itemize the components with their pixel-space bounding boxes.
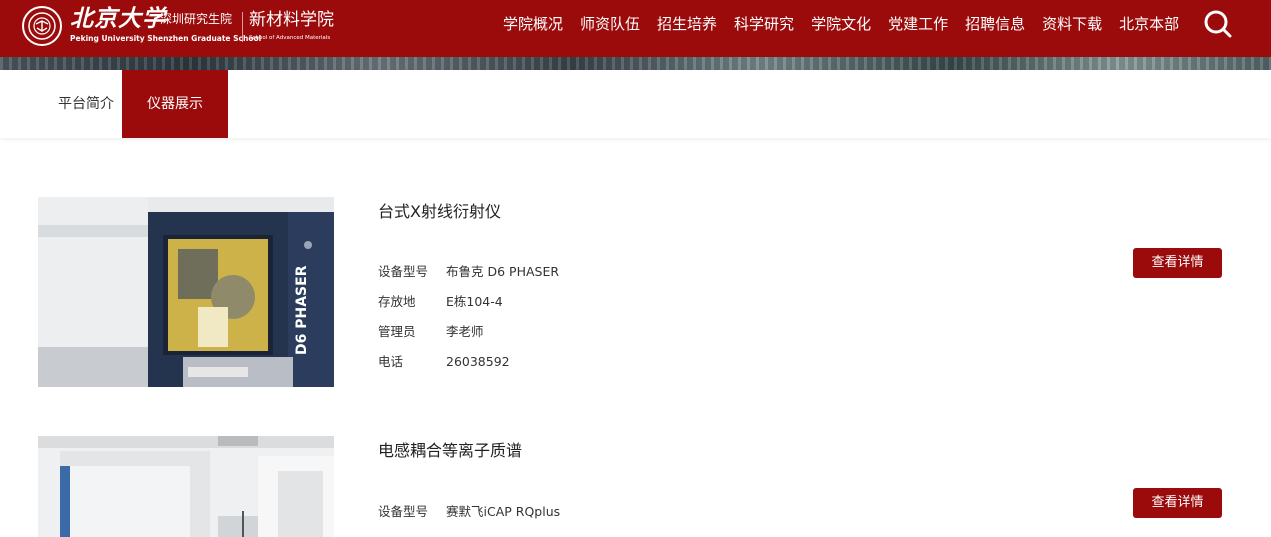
pku-seal-logo[interactable] [22, 6, 62, 46]
instrument-name[interactable]: 电感耦合等离子质谱 [378, 440, 522, 462]
instrument-photo[interactable]: D6 PHASER [38, 197, 334, 387]
xrd-instrument-image: D6 PHASER [38, 197, 334, 387]
nav-item-beijing[interactable]: 北京本部 [1119, 14, 1179, 34]
spec-value: 布鲁克 D6 PHASER [446, 264, 560, 279]
nav-item-party[interactable]: 党建工作 [888, 14, 948, 34]
nav-item-research[interactable]: 科学研究 [734, 14, 794, 34]
search-icon [1204, 10, 1232, 38]
nav-item-downloads[interactable]: 资料下载 [1042, 14, 1102, 34]
instrument-label-text: D6 PHASER [294, 265, 310, 355]
brand-divider [242, 12, 243, 42]
brand-subtitle: 深圳研究生院 [160, 12, 233, 26]
spec-value: 赛默飞iCAP RQplus [446, 504, 561, 519]
spec-model: 设备型号 赛默飞iCAP RQplus [378, 503, 560, 521]
tab-instrument-display[interactable]: 仪器展示 [122, 70, 228, 138]
spec-location: 存放地 E栋104-4 [378, 293, 503, 311]
site-header: 北京大学 深圳研究生院 Peking University Shenzhen G… [0, 0, 1271, 57]
banner-image-strip [0, 57, 1271, 70]
spec-label: 存放地 [378, 294, 416, 309]
spec-label: 设备型号 [378, 264, 429, 279]
spec-value: E栋104-4 [446, 294, 503, 309]
instrument-photo[interactable] [38, 436, 334, 537]
main-nav: 学院概况 师资队伍 招生培养 科学研究 学院文化 党建工作 招聘信息 资料下载 … [503, 14, 1196, 34]
instrument-card: D6 PHASER 台式X射线衍射仪 设备型号 布鲁克 D6 PHASER 存放地… [38, 197, 1238, 387]
spec-phone: 电话 26038592 [378, 353, 510, 371]
spec-model: 设备型号 布鲁克 D6 PHASER [378, 263, 559, 281]
spec-admin: 管理员 李老师 [378, 323, 484, 341]
instrument-name[interactable]: 台式X射线衍射仪 [378, 201, 501, 223]
spec-value: 26038592 [446, 354, 510, 369]
spec-value: 李老师 [446, 324, 484, 339]
school-name-cn[interactable]: 新材料学院 [249, 9, 334, 31]
brand-name-en: Peking University Shenzhen Graduate Scho… [70, 34, 262, 43]
tab-platform-intro[interactable]: 平台简介 [38, 70, 134, 138]
search-button[interactable] [1202, 8, 1234, 40]
brand-name-cn[interactable]: 北京大学 [70, 5, 166, 33]
seal-emblem-icon [28, 12, 56, 40]
spec-label: 电话 [378, 354, 404, 369]
nav-item-about[interactable]: 学院概况 [503, 14, 563, 34]
nav-item-faculty[interactable]: 师资队伍 [580, 14, 640, 34]
view-details-button[interactable]: 查看详情 [1133, 248, 1222, 278]
school-name-en: School of Advanced Materials [249, 35, 331, 41]
nav-item-jobs[interactable]: 招聘信息 [965, 14, 1025, 34]
icpms-instrument-image [38, 436, 334, 537]
spec-label: 管理员 [378, 324, 416, 339]
instrument-card: 电感耦合等离子质谱 设备型号 赛默飞iCAP RQplus 查看详情 [38, 436, 1238, 537]
nav-item-culture[interactable]: 学院文化 [811, 14, 871, 34]
view-details-button[interactable]: 查看详情 [1133, 488, 1222, 518]
nav-item-admissions[interactable]: 招生培养 [657, 14, 717, 34]
sub-nav: 平台简介 仪器展示 [0, 70, 1271, 138]
spec-label: 设备型号 [378, 504, 429, 519]
